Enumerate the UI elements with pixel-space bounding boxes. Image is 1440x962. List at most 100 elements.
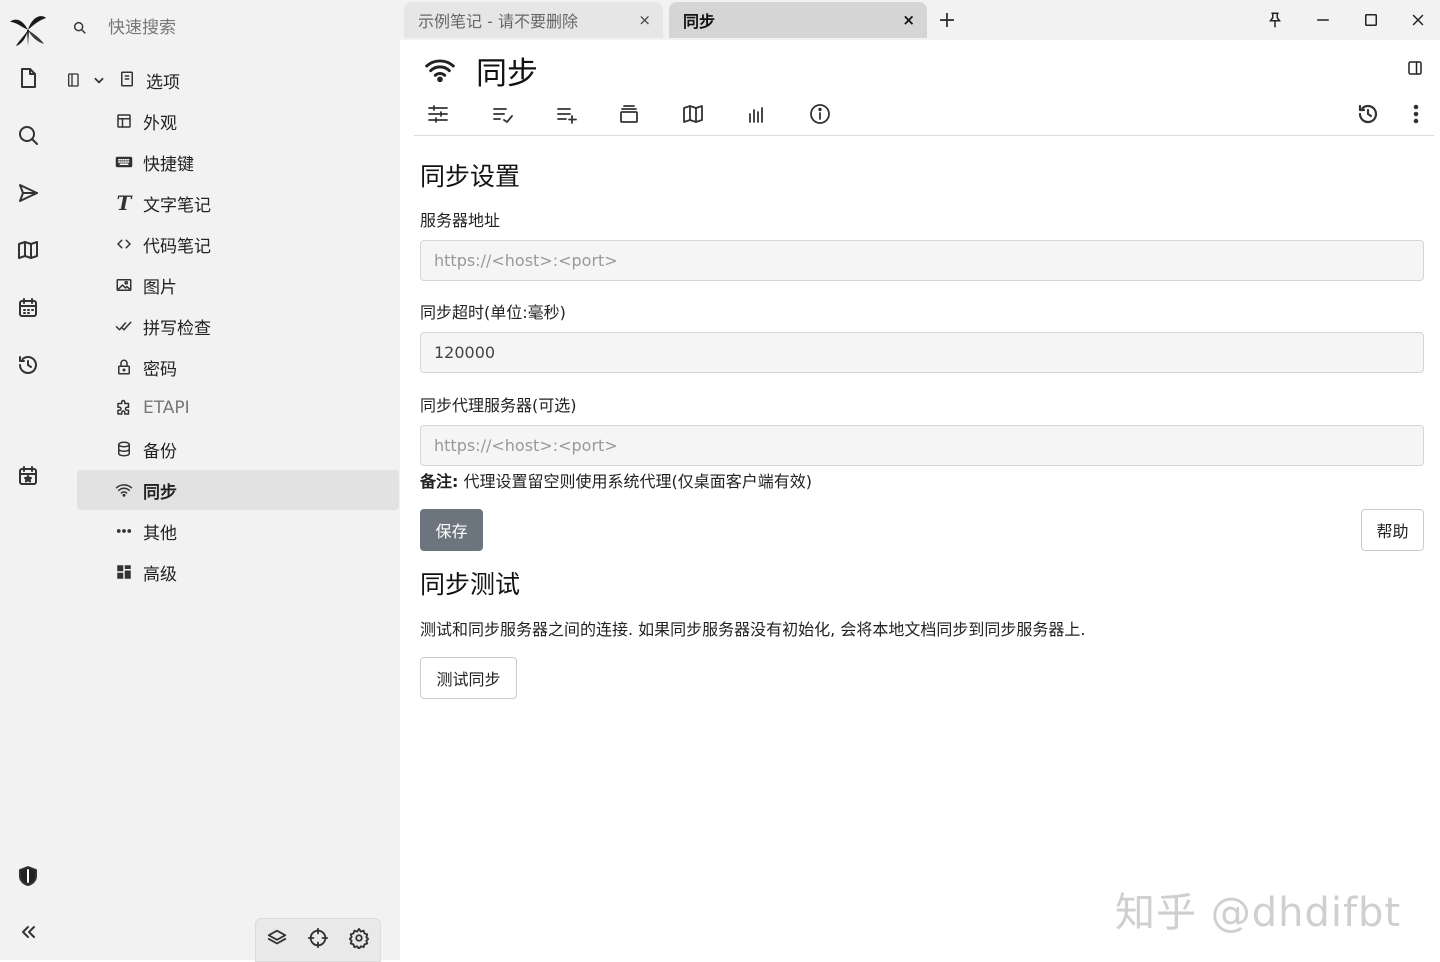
app-logo-icon[interactable] <box>8 8 48 48</box>
tree-item-label: ETAPI <box>143 398 190 418</box>
proxy-note-bold: 备注: <box>420 472 459 491</box>
test-sync-button[interactable]: 测试同步 <box>420 657 517 699</box>
text-icon: T <box>116 191 132 215</box>
close-icon[interactable]: × <box>902 11 915 29</box>
wifi-icon <box>425 59 455 83</box>
sync-test-description: 测试和同步服务器之间的连接. 如果同步服务器没有初始化, 会将本地文档同步到同步… <box>420 620 1086 639</box>
recent-changes-icon[interactable] <box>10 347 46 383</box>
tree-item-label: 密码 <box>143 359 177 380</box>
tree-item-other[interactable]: 其他 <box>77 511 399 551</box>
gear-icon[interactable] <box>348 927 370 953</box>
tree-item-images[interactable]: 图片 <box>77 265 399 305</box>
tree-item-sync[interactable]: 同步 <box>77 470 399 510</box>
tree-item-label: 图片 <box>143 277 177 298</box>
check-double-icon <box>113 315 135 337</box>
revisions-icon[interactable] <box>1352 98 1384 130</box>
tree-footer-toolbar <box>255 918 381 962</box>
tab-example-note[interactable]: 示例笔记 - 请不要删除 × <box>404 2 663 38</box>
note-map-icon[interactable] <box>10 232 46 268</box>
similar-notes-icon[interactable] <box>741 98 773 130</box>
quick-search <box>64 10 390 46</box>
server-address-label: 服务器地址 <box>420 211 501 230</box>
pin-icon[interactable] <box>1260 6 1290 34</box>
chevron-down-icon[interactable] <box>92 73 106 87</box>
proxy-note-text: 代理设置留空则使用系统代理(仅桌面客户端有效) <box>458 472 812 491</box>
tree-item-etapi[interactable]: ETAPI <box>77 388 399 428</box>
note-properties-icon[interactable] <box>422 98 454 130</box>
tree-root-options[interactable]: 选项 <box>56 60 378 100</box>
tree-item-text-notes[interactable]: T 文字笔记 <box>77 183 399 223</box>
note-list-icon[interactable] <box>613 98 645 130</box>
quick-search-input[interactable] <box>106 17 360 39</box>
tree-item-shortcuts[interactable]: 快捷键 <box>77 142 399 182</box>
tree-item-label: 同步 <box>143 482 177 503</box>
tree-item-code-notes[interactable]: 代码笔记 <box>77 224 399 264</box>
sync-test-heading: 同步测试 <box>420 570 521 599</box>
tree-item-label: 其他 <box>143 523 177 544</box>
tree-item-label: 代码笔记 <box>143 236 211 257</box>
code-icon <box>113 233 135 255</box>
layers-icon[interactable] <box>266 927 288 953</box>
help-button[interactable]: 帮助 <box>1361 509 1424 551</box>
jump-to-icon[interactable] <box>10 175 46 211</box>
new-note-icon[interactable] <box>10 60 46 96</box>
server-address-input[interactable] <box>420 240 1424 281</box>
proxy-note: 备注: 代理设置留空则使用系统代理(仅桌面客户端有效) <box>420 468 812 492</box>
sync-proxy-input[interactable] <box>420 425 1424 466</box>
tree-item-label: 外观 <box>143 113 177 134</box>
keyboard-icon <box>113 151 135 173</box>
new-tab-button[interactable]: + <box>932 6 962 34</box>
tree-item-appearance[interactable]: 外观 <box>77 101 399 141</box>
dots-icon <box>113 520 135 542</box>
close-icon[interactable]: × <box>638 11 651 29</box>
calendar-icon[interactable] <box>10 290 46 326</box>
note-tree-pane: 选项 外观 快捷键 T 文字笔记 代码笔记 图片 拼写检查 密码 ETAPI 备… <box>56 0 400 962</box>
save-button[interactable]: 保存 <box>420 509 483 551</box>
tree-item-label: 快捷键 <box>143 154 194 175</box>
inherited-attributes-icon[interactable] <box>550 98 582 130</box>
hoisted-note-icon[interactable] <box>66 72 82 88</box>
tree-item-label: 选项 <box>146 72 180 93</box>
maximize-icon[interactable] <box>1356 6 1386 34</box>
tree-item-spellcheck[interactable]: 拼写检查 <box>77 306 399 346</box>
close-window-icon[interactable] <box>1403 6 1433 34</box>
protected-session-icon[interactable] <box>10 858 46 894</box>
note-title[interactable]: 同步 <box>476 48 538 93</box>
launcher-bar <box>0 0 56 960</box>
tab-bar: 示例笔记 - 请不要删除 × 同步 × + <box>400 0 1440 40</box>
tree-item-label: 文字笔记 <box>143 195 211 216</box>
tree-item-backup[interactable]: 备份 <box>77 429 399 469</box>
more-options-icon[interactable] <box>1400 98 1432 130</box>
sync-timeout-label: 同步超时(单位:毫秒) <box>420 303 566 322</box>
tree-item-password[interactable]: 密码 <box>77 347 399 387</box>
sync-proxy-label: 同步代理服务器(可选) <box>420 396 577 415</box>
minimize-icon[interactable] <box>1308 6 1338 34</box>
search-icon <box>73 21 86 34</box>
search-icon[interactable] <box>10 117 46 153</box>
database-icon <box>113 438 135 460</box>
tab-sync[interactable]: 同步 × <box>669 2 927 38</box>
wifi-icon <box>113 479 135 501</box>
tab-label: 同步 <box>683 12 716 31</box>
grid-icon <box>113 561 135 583</box>
book-icon <box>118 70 138 90</box>
today-note-icon[interactable] <box>10 458 46 494</box>
crosshair-icon[interactable] <box>307 927 329 953</box>
collapse-sidebar-icon[interactable] <box>10 914 46 950</box>
toggle-right-pane-icon[interactable] <box>1400 54 1430 82</box>
lock-icon <box>113 356 135 378</box>
tree-item-advanced[interactable]: 高级 <box>77 552 399 592</box>
tree-item-label: 高级 <box>143 564 177 585</box>
edit-attributes-icon[interactable] <box>486 98 518 130</box>
tree-item-label: 备份 <box>143 441 177 462</box>
info-icon[interactable] <box>804 98 836 130</box>
watermark: 知乎 @dhdifbt <box>1115 890 1402 936</box>
note-detail: 同步 同步设置 服务器地址 同步超时(单位:毫秒) 同步代理服务器(可选) 备注… <box>400 40 1440 960</box>
sync-settings-heading: 同步设置 <box>420 162 521 191</box>
sync-timeout-input[interactable] <box>420 332 1424 373</box>
note-map-icon[interactable] <box>677 98 709 130</box>
ribbon-divider <box>414 135 1434 136</box>
layout-icon <box>113 110 135 132</box>
extension-icon <box>113 397 135 419</box>
tree-item-label: 拼写检查 <box>143 318 211 339</box>
